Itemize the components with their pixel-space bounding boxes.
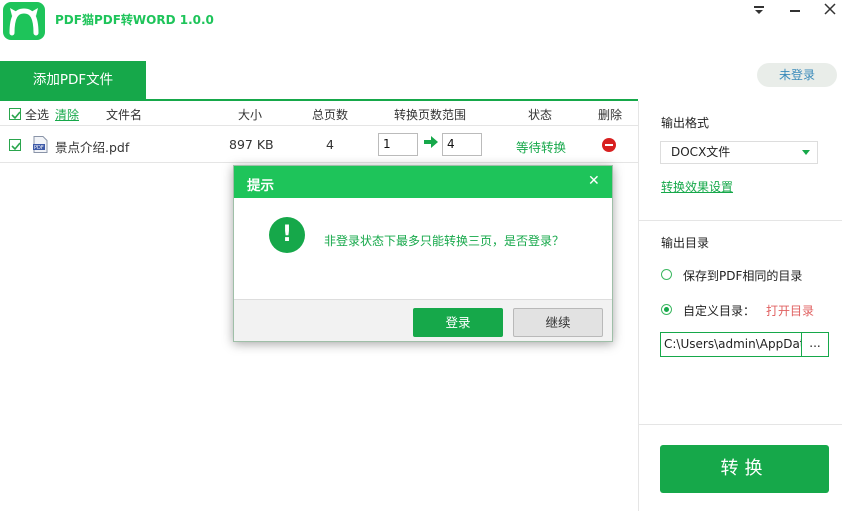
column-total-pages: 总页数 bbox=[312, 108, 349, 122]
open-dir-link[interactable]: 打开目录 bbox=[766, 302, 814, 319]
row-status: 等待转换 bbox=[516, 140, 567, 155]
cat-logo-icon bbox=[9, 8, 39, 36]
arrow-right-icon bbox=[424, 136, 438, 148]
panel-divider bbox=[639, 424, 842, 425]
output-dir-label: 输出目录 bbox=[661, 236, 710, 250]
custom-dir-label: 自定义目录： bbox=[683, 304, 756, 318]
login-prompt-dialog: 提示 ✕ ! 非登录状态下最多只能转换三页，是否登录？ 登录 继续 bbox=[233, 165, 613, 342]
dialog-footer: 登录 继续 bbox=[234, 299, 612, 341]
warning-icon: ! bbox=[269, 217, 305, 253]
login-status-button[interactable]: 未登录 bbox=[757, 63, 837, 87]
close-icon[interactable]: ✕ bbox=[588, 173, 600, 189]
select-all-label: 全选 bbox=[25, 108, 50, 122]
minimize-icon bbox=[790, 10, 800, 12]
range-start-input[interactable]: 1 bbox=[378, 133, 418, 156]
output-path-input[interactable]: C:\Users\admin\AppData bbox=[660, 332, 802, 357]
row-total-pages: 4 bbox=[326, 137, 334, 152]
panel-divider bbox=[639, 220, 842, 221]
select-all-checkbox[interactable] bbox=[9, 108, 21, 120]
close-window-button[interactable] bbox=[822, 1, 838, 17]
menu-icon[interactable] bbox=[751, 1, 767, 17]
format-selected-value: DOCX文件 bbox=[671, 145, 731, 159]
browse-button[interactable]: ... bbox=[802, 332, 829, 357]
dialog-header: 提示 ✕ bbox=[234, 166, 612, 198]
app-title: PDF猫PDF转WORD 1.0.0 bbox=[55, 13, 214, 27]
row-size: 897 KB bbox=[229, 137, 274, 152]
output-format-select[interactable]: DOCX文件 bbox=[660, 141, 818, 164]
column-page-range: 转换页数范围 bbox=[394, 108, 467, 122]
check-icon bbox=[11, 111, 21, 120]
minimize-button[interactable] bbox=[787, 1, 803, 17]
column-delete: 删除 bbox=[598, 108, 623, 122]
app-logo bbox=[3, 2, 45, 40]
close-icon bbox=[824, 3, 836, 15]
custom-dir-radio[interactable] bbox=[661, 304, 672, 315]
add-pdf-button[interactable]: 添加PDF文件 bbox=[0, 61, 146, 100]
table-row[interactable]: PDF 景点介绍.pdf 897 KB 4 1 4 等待转换 bbox=[0, 127, 638, 163]
row-file-name: 景点介绍.pdf bbox=[55, 140, 130, 155]
row-checkbox[interactable] bbox=[9, 139, 21, 151]
file-table-header: 全选 清除 文件名 大小 总页数 转换页数范围 状态 删除 bbox=[0, 102, 638, 126]
column-file-name: 文件名 bbox=[106, 108, 143, 122]
svg-text:PDF: PDF bbox=[34, 145, 44, 151]
same-dir-label: 保存到PDF相同的目录 bbox=[683, 269, 803, 283]
check-icon bbox=[11, 142, 21, 151]
dialog-message: 非登录状态下最多只能转换三页，是否登录？ bbox=[324, 234, 565, 248]
dialog-title: 提示 bbox=[247, 178, 274, 194]
chevron-down-icon bbox=[802, 150, 810, 155]
column-status: 状态 bbox=[528, 108, 553, 122]
convert-button[interactable]: 转换 bbox=[660, 445, 829, 493]
continue-button[interactable]: 继续 bbox=[513, 308, 603, 337]
range-end-input[interactable]: 4 bbox=[442, 133, 482, 156]
output-format-label: 输出格式 bbox=[661, 116, 710, 130]
effect-settings-link[interactable]: 转换效果设置 bbox=[661, 178, 733, 195]
same-dir-radio[interactable] bbox=[661, 269, 672, 280]
clear-link[interactable]: 清除 bbox=[55, 106, 79, 123]
pdf-file-icon: PDF bbox=[33, 136, 48, 153]
settings-panel: 输出格式 DOCX文件 转换效果设置 输出目录 保存到PDF相同的目录 自定义目… bbox=[638, 101, 842, 511]
delete-icon[interactable] bbox=[602, 138, 616, 152]
column-size: 大小 bbox=[238, 108, 263, 122]
login-button[interactable]: 登录 bbox=[413, 308, 503, 337]
